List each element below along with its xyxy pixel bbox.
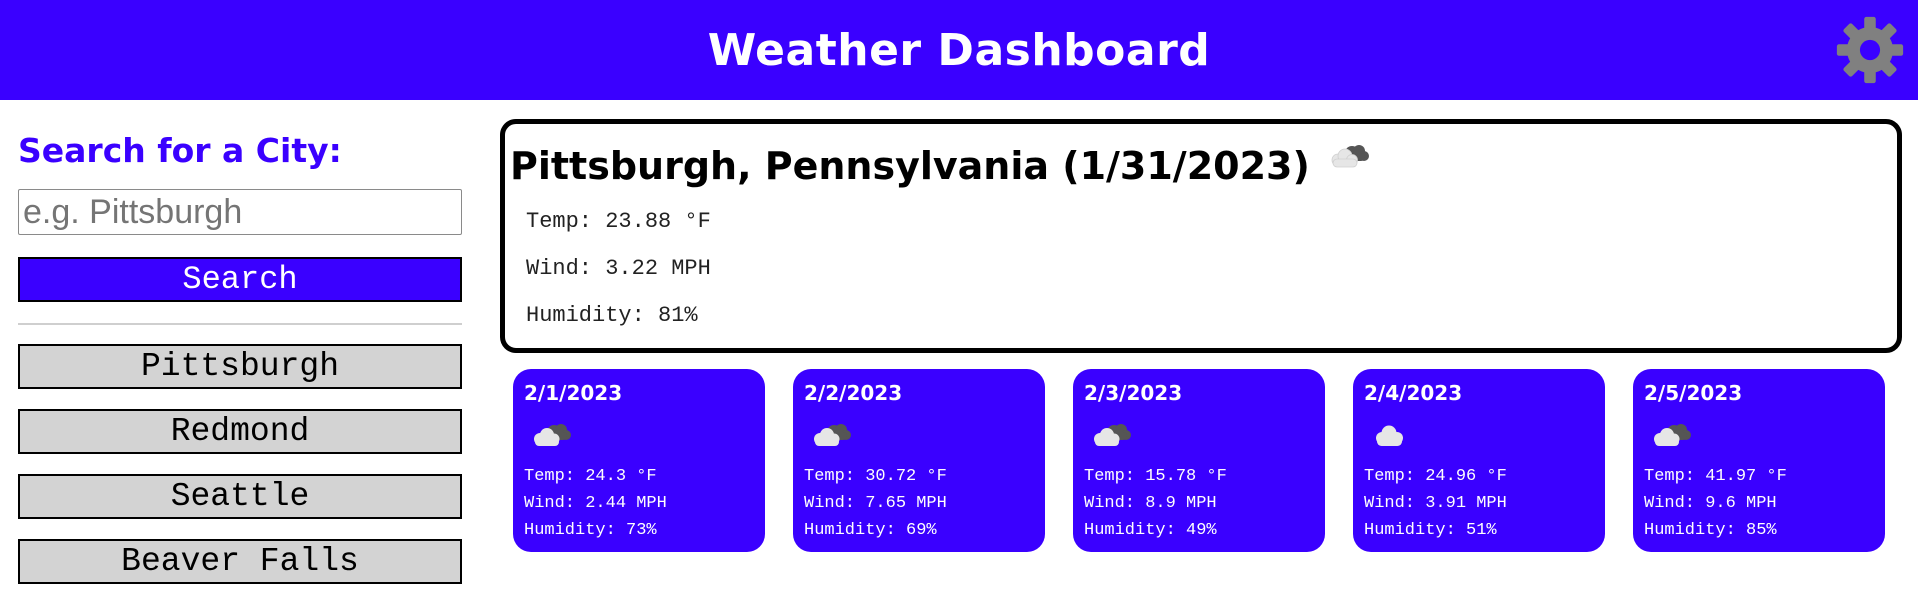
page-title: Weather Dashboard bbox=[707, 24, 1211, 76]
forecast-temp: Temp: 41.97 °F bbox=[1644, 467, 1787, 486]
current-weather-panel: Pittsburgh, Pennsylvania (1/31/2023) Tem… bbox=[500, 119, 1902, 353]
forecast-humidity: Humidity: 51% bbox=[1364, 521, 1497, 540]
forecast-wind: Wind: 7.65 MPH bbox=[804, 494, 947, 513]
cloud-icon bbox=[534, 424, 571, 446]
search-input[interactable] bbox=[18, 189, 462, 235]
app-header: Weather Dashboard bbox=[0, 0, 1918, 100]
search-heading: Search for a City: bbox=[18, 131, 342, 170]
forecast-row: 2/1/2023 Temp: 24.3 °F Wind: 2.44 MPH Hu… bbox=[513, 369, 1888, 552]
search-sidebar: Search for a City: Search Pittsburgh Red… bbox=[18, 100, 462, 604]
forecast-card: 2/3/2023 Temp: 15.78 °F Wind: 8.9 MPH Hu… bbox=[1073, 369, 1325, 552]
current-temp: Temp: 23.88 °F bbox=[526, 209, 711, 234]
history-button-beaver-falls[interactable]: Beaver Falls bbox=[18, 539, 462, 584]
divider bbox=[18, 323, 462, 325]
forecast-wind: Wind: 8.9 MPH bbox=[1084, 494, 1217, 513]
forecast-date: 2/1/2023 bbox=[524, 381, 623, 405]
forecast-humidity: Humidity: 73% bbox=[524, 521, 657, 540]
forecast-date: 2/4/2023 bbox=[1364, 381, 1463, 405]
forecast-humidity: Humidity: 85% bbox=[1644, 521, 1777, 540]
forecast-date: 2/3/2023 bbox=[1084, 381, 1183, 405]
forecast-card: 2/5/2023 Temp: 41.97 °F Wind: 9.6 MPH Hu… bbox=[1633, 369, 1885, 552]
cloud-icon bbox=[1654, 424, 1691, 446]
forecast-card: 2/1/2023 Temp: 24.3 °F Wind: 2.44 MPH Hu… bbox=[513, 369, 765, 552]
forecast-wind: Wind: 9.6 MPH bbox=[1644, 494, 1777, 513]
forecast-date: 2/5/2023 bbox=[1644, 381, 1743, 405]
current-humidity: Humidity: 81% bbox=[526, 303, 698, 328]
forecast-wind: Wind: 2.44 MPH bbox=[524, 494, 667, 513]
current-wind: Wind: 3.22 MPH bbox=[526, 256, 711, 281]
history-button-redmond[interactable]: Redmond bbox=[18, 409, 462, 454]
search-history: Pittsburgh Redmond Seattle Beaver Falls bbox=[18, 344, 462, 584]
cloud-icon bbox=[1376, 425, 1403, 446]
gear-icon[interactable] bbox=[1834, 14, 1906, 86]
forecast-humidity: Humidity: 69% bbox=[804, 521, 937, 540]
forecast-card: 2/2/2023 Temp: 30.72 °F Wind: 7.65 MPH H… bbox=[793, 369, 1045, 552]
current-city-title: Pittsburgh, Pennsylvania (1/31/2023) bbox=[510, 144, 1310, 188]
history-button-seattle[interactable]: Seattle bbox=[18, 474, 462, 519]
forecast-temp: Temp: 30.72 °F bbox=[804, 467, 947, 486]
forecast-date: 2/2/2023 bbox=[804, 381, 903, 405]
forecast-card: 2/4/2023 Temp: 24.96 °F Wind: 3.91 MPH H… bbox=[1353, 369, 1605, 552]
forecast-temp: Temp: 15.78 °F bbox=[1084, 467, 1227, 486]
history-button-pittsburgh[interactable]: Pittsburgh bbox=[18, 344, 462, 389]
forecast-wind: Wind: 3.91 MPH bbox=[1364, 494, 1507, 513]
cloud-icon bbox=[1094, 424, 1131, 446]
cloud-icon bbox=[1331, 145, 1369, 168]
forecast-temp: Temp: 24.96 °F bbox=[1364, 467, 1507, 486]
forecast-temp: Temp: 24.3 °F bbox=[524, 467, 657, 486]
forecast-humidity: Humidity: 49% bbox=[1084, 521, 1217, 540]
cloud-icon bbox=[814, 424, 851, 446]
search-button[interactable]: Search bbox=[18, 257, 462, 302]
